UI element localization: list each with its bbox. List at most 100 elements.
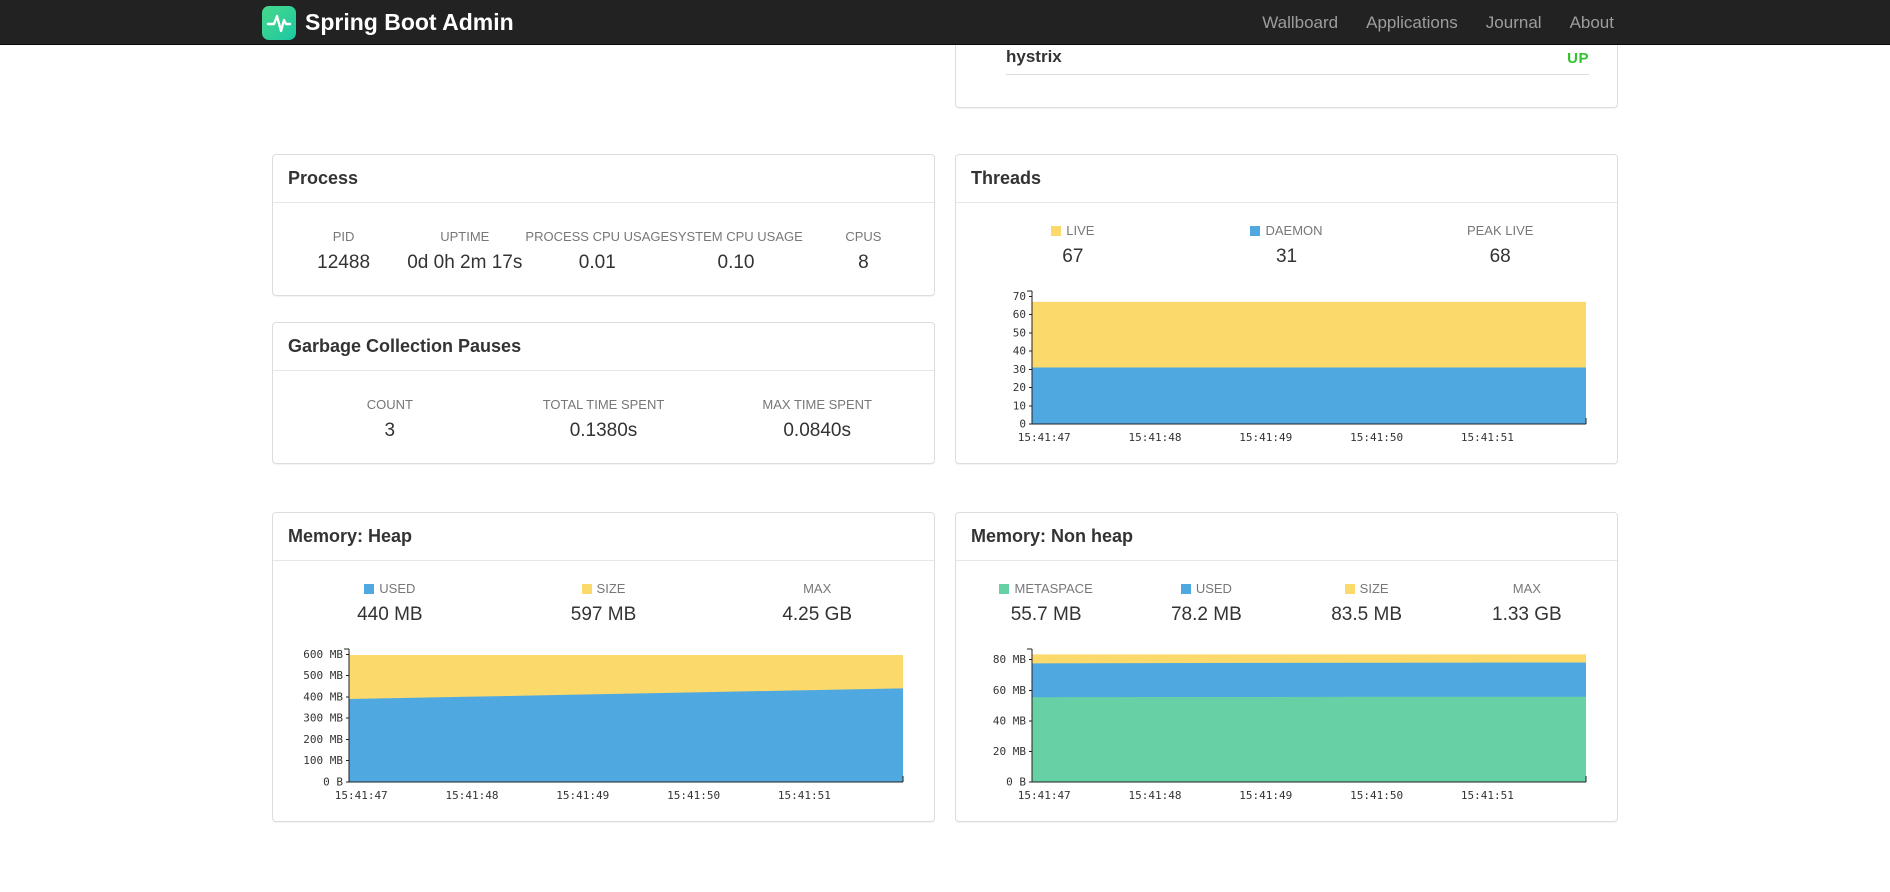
- memory-non-heap-legend: METASPACE 55.7 MB USED 78.2 MB SIZE 83.5…: [956, 561, 1617, 638]
- process-panel: Process PID 12488 UPTIME 0d 0h 2m 17s PR…: [272, 154, 935, 296]
- metric-label: PROCESS CPU USAGE: [525, 229, 670, 244]
- nav-item-about[interactable]: About: [1556, 0, 1628, 45]
- nav-links: Wallboard Applications Journal About: [1248, 0, 1628, 45]
- metric-nonheap-size: SIZE 83.5 MB: [1287, 581, 1447, 626]
- svg-text:60 MB: 60 MB: [993, 684, 1026, 697]
- svg-text:600 MB: 600 MB: [303, 648, 343, 661]
- nonheap-used-legend-swatch: [1180, 584, 1191, 594]
- metric-nonheap-used: USED 78.2 MB: [1126, 581, 1286, 626]
- svg-text:15:41:48: 15:41:48: [446, 789, 499, 802]
- metric-label: PID: [332, 229, 355, 244]
- metric-nonheap-metaspace: METASPACE 55.7 MB: [966, 581, 1126, 626]
- metric-label: USED: [1126, 581, 1286, 596]
- brand-link[interactable]: Spring Boot Admin: [262, 0, 514, 45]
- svg-text:15:41:47: 15:41:47: [335, 789, 388, 802]
- metric-value: 0.01: [578, 252, 616, 273]
- svg-text:15:41:50: 15:41:50: [667, 789, 720, 802]
- svg-text:10: 10: [1013, 399, 1026, 412]
- svg-text:300 MB: 300 MB: [303, 712, 343, 725]
- svg-text:0 B: 0 B: [1006, 776, 1026, 789]
- metric-value: 8: [858, 252, 869, 273]
- spring-boot-admin-logo-icon: [262, 5, 296, 40]
- metric-label: SYSTEM CPU USAGE: [669, 229, 803, 244]
- health-status-badge: UP: [1567, 50, 1589, 67]
- svg-text:20: 20: [1013, 381, 1026, 394]
- svg-text:15:41:51: 15:41:51: [1461, 789, 1514, 802]
- process-metrics: PID 12488 UPTIME 0d 0h 2m 17s PROCESS CP…: [273, 203, 934, 286]
- metric-threads-daemon: DAEMON 31: [1180, 223, 1394, 268]
- metric-threads-peak: PEAK LIVE 68: [1393, 223, 1607, 268]
- metric-heap-used: USED 440 MB: [283, 581, 497, 626]
- metric-label: DAEMON: [1180, 223, 1394, 238]
- nav-item-about-label[interactable]: About: [1556, 0, 1628, 45]
- metric-value: 440 MB: [357, 604, 423, 625]
- metric-heap-max: MAX 4.25 GB: [710, 581, 924, 626]
- svg-text:20 MB: 20 MB: [993, 745, 1026, 758]
- metric-gc-max-time: MAX TIME SPENT 0.0840s: [710, 397, 924, 442]
- memory-non-heap-panel: Memory: Non heap METASPACE 55.7 MB USED …: [955, 512, 1618, 822]
- svg-text:60: 60: [1013, 308, 1026, 321]
- metric-gc-count: COUNT 3: [283, 397, 497, 442]
- brand-title: Spring Boot Admin: [305, 9, 514, 35]
- svg-text:15:41:49: 15:41:49: [1239, 431, 1292, 444]
- svg-text:100 MB: 100 MB: [303, 754, 343, 767]
- svg-text:15:41:49: 15:41:49: [556, 789, 609, 802]
- metric-value: 0.0840s: [783, 420, 851, 441]
- daemon-legend-swatch: [1250, 226, 1261, 236]
- nav-item-journal[interactable]: Journal: [1472, 0, 1556, 45]
- metric-threads-live: LIVE 67: [966, 223, 1180, 268]
- memory-heap-panel-title: Memory: Heap: [273, 513, 934, 561]
- nonheap-size-legend-swatch: [1344, 584, 1355, 594]
- svg-text:40 MB: 40 MB: [993, 714, 1026, 727]
- metric-value: 55.7 MB: [1010, 604, 1082, 625]
- live-legend-swatch: [1051, 226, 1062, 236]
- svg-text:0 B: 0 B: [323, 776, 343, 789]
- svg-text:40: 40: [1013, 345, 1026, 358]
- heap-size-legend-swatch: [581, 584, 592, 594]
- memory-heap-panel: Memory: Heap USED 440 MB SIZE 597 MB MAX…: [272, 512, 935, 822]
- svg-text:400 MB: 400 MB: [303, 690, 343, 703]
- metric-label: COUNT: [366, 397, 413, 412]
- metric-label: METASPACE: [966, 581, 1126, 596]
- threads-chart: 0 10 20 30 40 50 60 70 15:41:47 15:41:48 15:41:49 1…: [982, 286, 1591, 450]
- svg-text:200 MB: 200 MB: [303, 733, 343, 746]
- top-navbar: Spring Boot Admin Wallboard Applications…: [0, 0, 1890, 45]
- metric-value: 3: [384, 420, 396, 441]
- metric-value: 4.25 GB: [782, 604, 853, 625]
- svg-text:15:41:50: 15:41:50: [1350, 431, 1403, 444]
- svg-text:15:41:50: 15:41:50: [1350, 789, 1403, 802]
- metric-label: SIZE: [1287, 581, 1447, 596]
- threads-panel: Threads LIVE 67 DAEMON 31 PEAK LIVE 68 0…: [955, 154, 1618, 464]
- svg-text:0: 0: [1019, 418, 1026, 431]
- metric-uptime: UPTIME 0d 0h 2m 17s: [404, 229, 525, 274]
- gc-panel: Garbage Collection Pauses COUNT 3 TOTAL …: [272, 322, 935, 464]
- metric-value: 0.10: [717, 252, 755, 273]
- metric-value: 1.33 GB: [1492, 604, 1562, 625]
- metric-value: 68: [1489, 246, 1511, 267]
- svg-text:70: 70: [1013, 290, 1026, 303]
- metric-value: 0d 0h 2m 17s: [407, 252, 523, 273]
- metric-label: SIZE: [497, 581, 711, 596]
- svg-text:15:41:49: 15:41:49: [1239, 789, 1292, 802]
- memory-heap-chart: 0 B 100 MB 200 MB 300 MB 400 MB 500 MB 600 MB 1…: [299, 644, 908, 808]
- metric-label: CPUS: [845, 229, 882, 244]
- svg-text:80 MB: 80 MB: [993, 653, 1026, 666]
- memory-non-heap-panel-title: Memory: Non heap: [956, 513, 1617, 561]
- metric-label: LIVE: [966, 223, 1180, 238]
- nav-item-applications-label[interactable]: Applications: [1352, 0, 1472, 45]
- memory-non-heap-chart: 0 B 20 MB 40 MB 60 MB 80 MB 15:41:47 15:41:48 1…: [982, 644, 1591, 808]
- svg-text:15:41:48: 15:41:48: [1129, 789, 1182, 802]
- nav-item-journal-label[interactable]: Journal: [1472, 0, 1556, 45]
- metric-label: MAX TIME SPENT: [762, 397, 872, 412]
- nav-item-wallboard-label[interactable]: Wallboard: [1248, 0, 1352, 45]
- left-column-spacer: [262, 45, 945, 108]
- nav-item-applications[interactable]: Applications: [1352, 0, 1472, 45]
- health-application-name: hystrix: [1006, 47, 1062, 66]
- gc-metrics: COUNT 3 TOTAL TIME SPENT 0.1380s MAX TIM…: [273, 371, 934, 454]
- nav-item-wallboard[interactable]: Wallboard: [1248, 0, 1352, 45]
- metric-value: 597 MB: [570, 604, 637, 625]
- metric-value: 83.5 MB: [1331, 604, 1402, 625]
- metric-value: 0.1380s: [569, 420, 638, 441]
- metric-gc-total-time: TOTAL TIME SPENT 0.1380s: [497, 397, 711, 442]
- svg-text:15:41:47: 15:41:47: [1018, 789, 1071, 802]
